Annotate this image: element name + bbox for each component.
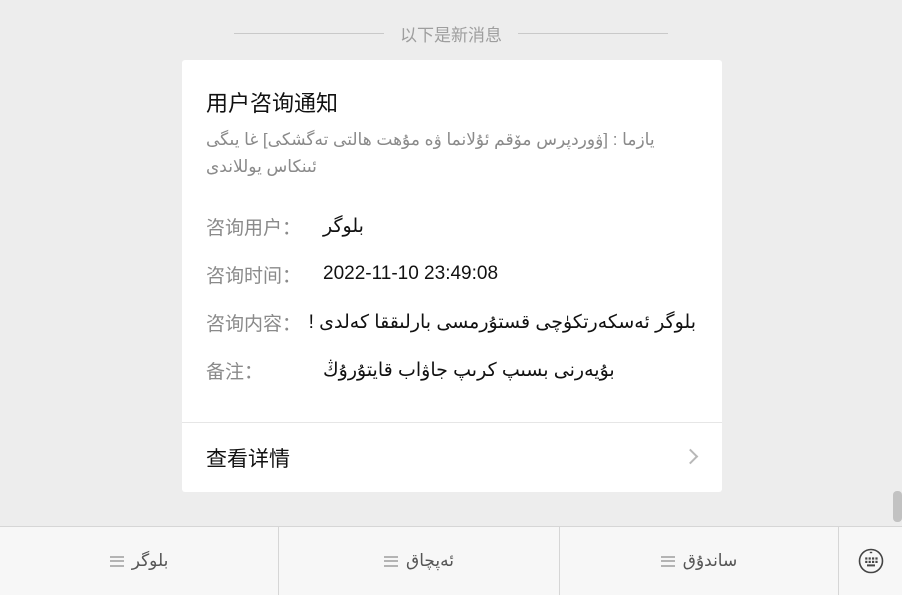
view-details-label: 查看详情: [206, 447, 290, 471]
new-messages-divider: 以下是新消息: [0, 20, 902, 46]
keyboard-icon: [858, 548, 883, 574]
card-title: 用户咨询通知: [206, 91, 339, 116]
field-remark-label: 备注：: [206, 361, 264, 383]
menu-tab-3-label: ساندۇق: [682, 551, 738, 570]
menu-tab-1[interactable]: بلوگر: [0, 527, 278, 595]
field-time: 咨询时间： 2022-11-10 23:49:08: [206, 259, 696, 289]
field-remark-value: بۇيەرنى بسىپ كرىپ جاۋاب قايتۇرۇڭ: [323, 359, 615, 381]
notification-card: 用户咨询通知 يازما : [ۋوردپرس مۆقم ئۇلانما ۋە …: [182, 60, 722, 492]
scrollbar-thumb[interactable]: [893, 491, 902, 522]
menu-tab-3[interactable]: ساندۇق: [559, 527, 838, 595]
menu-tab-1-label: بلوگر: [131, 551, 169, 570]
chevron-right-icon: [682, 448, 699, 465]
view-details-link[interactable]: 查看详情: [182, 423, 722, 492]
divider-line-left: [234, 32, 384, 34]
field-user: 咨询用户： بلوگر: [206, 211, 696, 241]
keyboard-toggle-button[interactable]: [838, 527, 902, 595]
field-content-label: 咨询内容：: [206, 313, 302, 335]
field-content-value: بلوگر ئەسكەرتكۈچى قستۇرمسى بارلىققا كەلد…: [308, 311, 696, 333]
bottom-menu-bar: بلوگر ئەپچاق ساندۇق: [0, 526, 902, 595]
field-time-value: 2022-11-10 23:49:08: [323, 263, 499, 284]
card-description: يازما : [ۋوردپرس مۆقم ئۇلانما ۋە مۇهت ها…: [206, 130, 655, 176]
field-content: 咨询内容： بلوگر ئەسكەرتكۈچى قستۇرمسى بارلىقق…: [206, 307, 696, 337]
divider-text: 以下是新消息: [400, 25, 502, 45]
menu-lines-icon: [660, 555, 675, 567]
menu-lines-icon: [384, 555, 399, 567]
menu-tab-2-label: ئەپچاق: [406, 551, 454, 570]
field-time-label: 咨询时间：: [206, 265, 302, 287]
divider-line-right: [518, 32, 668, 34]
field-user-label: 咨询用户：: [206, 217, 302, 239]
field-user-value: بلوگر: [323, 215, 364, 237]
menu-tab-2[interactable]: ئەپچاق: [278, 527, 559, 595]
menu-lines-icon: [109, 555, 124, 567]
field-remark: 备注： بۇيەرنى بسىپ كرىپ جاۋاب قايتۇرۇڭ: [206, 355, 696, 385]
